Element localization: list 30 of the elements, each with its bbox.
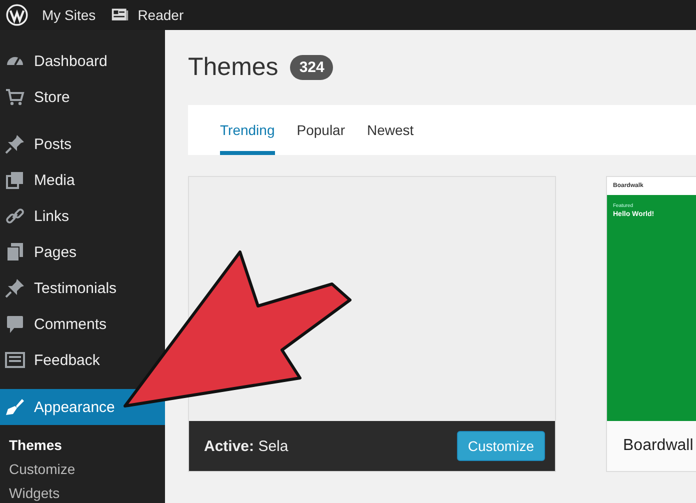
submenu-item[interactable]: Widgets xyxy=(9,481,165,503)
cart-icon xyxy=(5,87,25,107)
active-theme-name: Active: Sela xyxy=(204,438,288,454)
pin-icon xyxy=(5,278,25,298)
filter-tab[interactable]: Popular xyxy=(296,105,346,155)
sidebar-item[interactable]: Pages xyxy=(0,234,165,270)
submenu-item[interactable]: Themes xyxy=(9,433,165,457)
sidebar-item[interactable]: Links xyxy=(0,198,165,234)
link-icon xyxy=(5,206,25,226)
filter-tab[interactable]: Trending xyxy=(220,105,275,155)
sidebar-item[interactable]: Media xyxy=(0,162,165,198)
sidebar-item[interactable]: Posts xyxy=(0,126,165,162)
count-badge: 324 xyxy=(290,54,334,80)
feedback-icon xyxy=(5,350,25,370)
page-title: Themes xyxy=(188,52,278,82)
wordpress-logo-icon xyxy=(6,4,28,26)
pin-icon xyxy=(5,134,25,154)
filter-tab[interactable]: Newest xyxy=(367,105,414,155)
sidebar-item[interactable]: Comments xyxy=(0,306,165,342)
media-icon xyxy=(5,170,25,190)
speech-bubble-icon xyxy=(5,314,25,334)
theme-name: Boardwall xyxy=(623,437,694,455)
paintbrush-icon xyxy=(5,397,25,417)
pages-icon xyxy=(5,242,25,262)
sidebar-item[interactable]: Store xyxy=(0,79,165,115)
submenu-item[interactable]: Customize xyxy=(9,457,165,481)
top-bar-link[interactable]: My Sites xyxy=(42,7,96,23)
top-bar-link[interactable]: Reader xyxy=(110,6,184,24)
sidebar-item[interactable]: Testimonials xyxy=(0,270,165,306)
sidebar-item[interactable]: Dashboard xyxy=(0,43,165,79)
